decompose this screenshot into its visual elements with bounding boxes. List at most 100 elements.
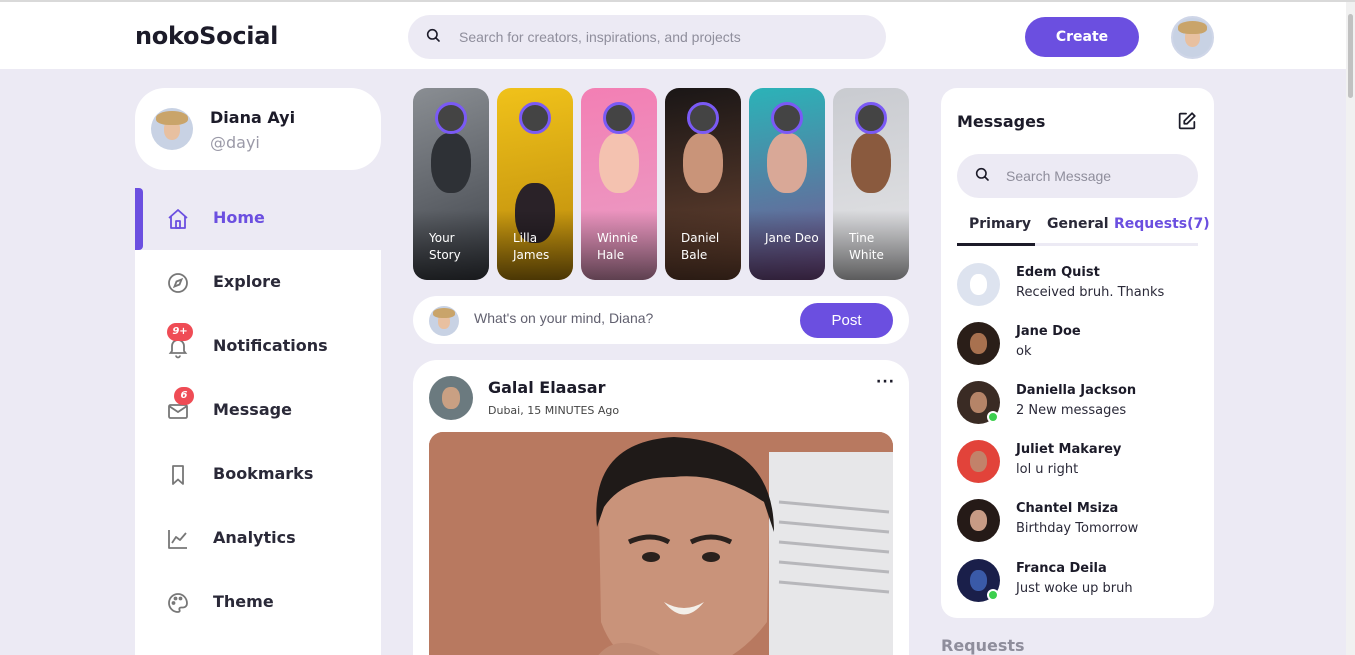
story-image — [683, 133, 723, 193]
avatar — [151, 108, 193, 150]
sidebar-item-label: Theme — [213, 592, 274, 611]
avatar — [957, 499, 1000, 542]
conversation-item[interactable]: Edem Quist Received bruh. Thanks — [957, 263, 1198, 309]
story-image — [851, 133, 891, 193]
conversation-preview: Received bruh. Thanks — [1016, 285, 1165, 300]
requests-heading: Requests — [941, 636, 1025, 655]
sidebar-item-home[interactable]: Home — [135, 188, 381, 250]
message-badge: 6 — [174, 387, 194, 405]
avatar — [957, 440, 1000, 483]
avatar[interactable] — [429, 376, 473, 420]
sidebar-item-label: Home — [213, 208, 265, 227]
message-tabs: Primary General Requests(7) — [956, 214, 1210, 246]
message-search-bar[interactable] — [957, 154, 1198, 198]
sidebar-item-message[interactable]: 6 Message — [135, 380, 381, 442]
edit-icon[interactable] — [1176, 110, 1198, 132]
sidebar-item-bookmarks[interactable]: Bookmarks — [135, 444, 381, 506]
user-avatar[interactable] — [1171, 16, 1214, 59]
conversation-preview: ok — [1016, 344, 1032, 359]
story-avatar — [519, 102, 551, 134]
create-button[interactable]: Create — [1025, 17, 1139, 57]
post-image[interactable] — [429, 432, 893, 655]
create-post-box: Post — [413, 296, 909, 344]
story-name: Tine White — [849, 231, 884, 262]
sidebar-item-explore[interactable]: Explore — [135, 252, 381, 314]
tab-general[interactable]: General — [1047, 216, 1109, 232]
sidebar-item-label: Explore — [213, 272, 281, 291]
scrollbar-thumb[interactable] — [1348, 14, 1353, 98]
notification-badge: 9+ — [167, 323, 193, 341]
post-meta: Dubai, 15 MINUTES Ago — [488, 404, 620, 417]
top-navbar: nokoSocial Create — [0, 0, 1355, 69]
conversation-name: Chantel Msiza — [1016, 501, 1119, 516]
story-avatar — [435, 102, 467, 134]
sidebar-item-label: Message — [213, 400, 292, 419]
story-card[interactable]: Winnie Hale — [581, 88, 657, 280]
conversation-name: Edem Quist — [1016, 265, 1100, 280]
conversation-preview: Birthday Tomorrow — [1016, 521, 1139, 536]
search-icon — [425, 27, 441, 47]
profile-card[interactable]: Diana Ayi @dayi — [135, 88, 381, 170]
conversation-name: Daniella Jackson — [1016, 383, 1137, 398]
avatar — [957, 322, 1000, 365]
search-bar[interactable] — [408, 15, 886, 59]
profile-name: Diana Ayi — [210, 108, 296, 127]
avatar — [429, 306, 459, 336]
home-icon — [166, 207, 190, 231]
conversation-name: Franca Deila — [1016, 561, 1107, 576]
app-logo[interactable]: nokoSocial — [135, 22, 278, 50]
conversation-item[interactable]: Juliet Makarey lol u right — [957, 440, 1198, 486]
story-image — [599, 133, 639, 193]
story-card[interactable]: Daniel Bale — [665, 88, 741, 280]
sidebar-item-label: Bookmarks — [213, 464, 314, 483]
story-card[interactable]: Your Story — [413, 88, 489, 280]
conversation-item[interactable]: Jane Doe ok — [957, 322, 1198, 368]
message-search-input[interactable] — [1006, 168, 1186, 184]
conversation-name: Juliet Makarey — [1016, 442, 1122, 457]
search-input[interactable] — [459, 29, 859, 45]
story-name: Your Story — [429, 231, 461, 262]
story-name: Daniel Bale — [681, 231, 720, 262]
sidebar-item-theme[interactable]: Theme — [135, 572, 381, 634]
story-image — [431, 133, 471, 193]
avatar — [957, 381, 1000, 424]
conversation-preview: lol u right — [1016, 462, 1079, 477]
conversation-preview: Just woke up bruh — [1016, 581, 1133, 596]
online-indicator — [987, 411, 999, 423]
analytics-icon — [166, 527, 190, 551]
conversation-item[interactable]: Daniella Jackson 2 New messages — [957, 381, 1198, 427]
post-input[interactable] — [474, 310, 794, 326]
story-avatar — [771, 102, 803, 134]
tab-primary[interactable]: Primary — [956, 216, 1036, 246]
story-name: Winnie Hale — [597, 231, 638, 262]
tab-requests[interactable]: Requests(7) — [1114, 216, 1210, 232]
story-card[interactable]: Tine White — [833, 88, 909, 280]
messages-title: Messages — [957, 112, 1046, 131]
story-image — [767, 133, 807, 193]
sidebar-item-label: Notifications — [213, 336, 328, 355]
story-avatar — [687, 102, 719, 134]
story-avatar — [855, 102, 887, 134]
sidebar-item-label: Analytics — [213, 528, 296, 547]
conversation-preview: 2 New messages — [1016, 403, 1127, 418]
conversation-item[interactable]: Chantel Msiza Birthday Tomorrow — [957, 499, 1198, 545]
post-author[interactable]: Galal Elaasar — [488, 378, 605, 397]
story-name: Lilla James — [513, 231, 550, 262]
feed-post: Galal Elaasar Dubai, 15 MINUTES Ago ··· — [413, 360, 909, 655]
bookmark-icon — [166, 463, 190, 487]
conversation-item[interactable]: Franca Deila Just woke up bruh — [957, 559, 1198, 605]
page-scrollbar[interactable] — [1346, 2, 1355, 655]
online-indicator — [987, 589, 999, 601]
messages-panel: Messages Primary General Requests(7) Ede… — [941, 88, 1214, 618]
sidebar: Home Explore 9+ Notifications 6 Message … — [135, 188, 381, 655]
sidebar-item-analytics[interactable]: Analytics — [135, 508, 381, 570]
story-name: Jane Deo — [765, 231, 819, 245]
post-button[interactable]: Post — [800, 303, 893, 338]
sidebar-item-notifications[interactable]: 9+ Notifications — [135, 316, 381, 378]
story-card[interactable]: Jane Deo — [749, 88, 825, 280]
story-card[interactable]: Lilla James — [497, 88, 573, 280]
story-avatar — [603, 102, 635, 134]
avatar — [957, 559, 1000, 602]
more-options-icon[interactable]: ··· — [876, 374, 895, 390]
conversation-name: Jane Doe — [1016, 324, 1081, 339]
